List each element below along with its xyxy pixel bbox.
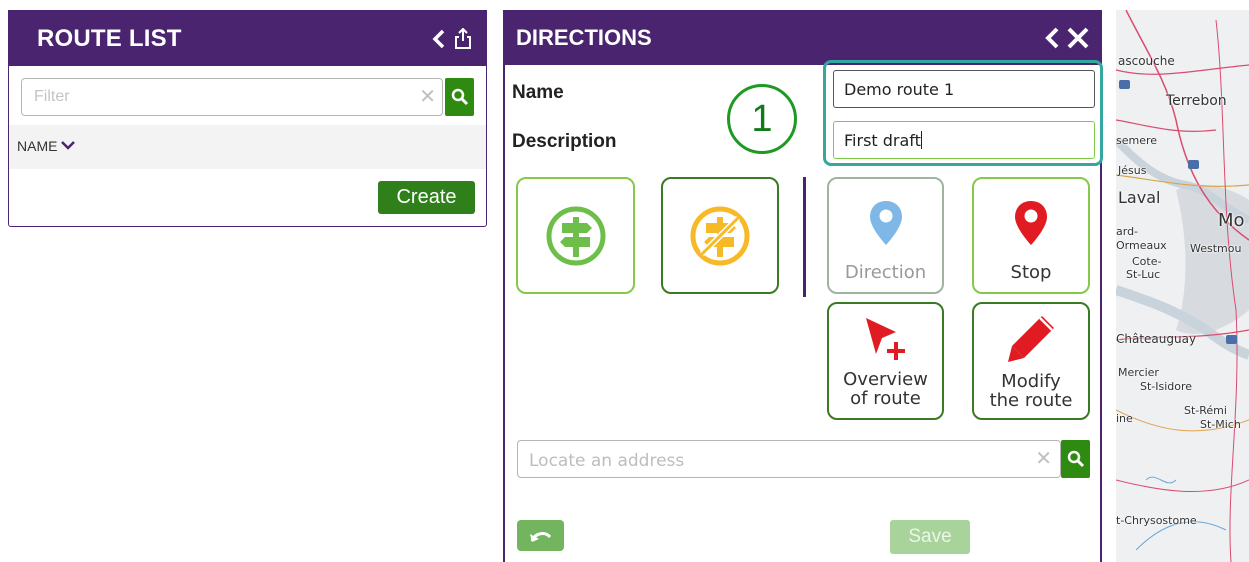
map-label: t-Chrysostome xyxy=(1116,514,1197,527)
directions-panel: DIRECTIONS Name Description 1 Demo route… xyxy=(503,10,1103,562)
cursor-move-icon xyxy=(865,318,905,360)
clear-address-icon[interactable]: ✕ xyxy=(1035,448,1052,468)
direction-pin-icon xyxy=(869,201,902,245)
create-button[interactable]: Create xyxy=(378,181,475,214)
address-search-button[interactable] xyxy=(1061,440,1090,478)
map-label: Jésus xyxy=(1118,164,1147,177)
route-name-value: Demo route 1 xyxy=(844,80,955,99)
directions-title: DIRECTIONS xyxy=(516,24,652,50)
name-column-header[interactable]: NAME xyxy=(17,138,76,154)
locate-placeholder: Locate an address xyxy=(529,451,685,471)
map-label: Cote- xyxy=(1132,255,1162,268)
search-icon xyxy=(1067,450,1084,468)
overview-tool-label-1: Overview xyxy=(843,369,928,390)
no-signpost-icon xyxy=(690,206,750,265)
map-label: St-Mich xyxy=(1200,418,1241,431)
route-list-title: ROUTE LIST xyxy=(37,24,182,52)
map-label: Mercier xyxy=(1118,366,1159,379)
route-name-field[interactable]: Demo route 1 xyxy=(833,70,1095,108)
direction-tool-label: Direction xyxy=(844,262,927,283)
description-label: Description xyxy=(512,131,617,152)
modify-tool-label-2: the route xyxy=(989,390,1073,411)
close-icon[interactable] xyxy=(1066,26,1090,50)
filter-search-button[interactable] xyxy=(445,78,474,116)
overview-tool[interactable]: Overview of route xyxy=(827,302,944,420)
locate-address-input[interactable]: Locate an address ✕ xyxy=(517,440,1061,478)
directions-header: DIRECTIONS xyxy=(505,10,1100,65)
filter-input[interactable]: Filter ✕ xyxy=(21,78,443,116)
map-label: ine xyxy=(1116,412,1133,425)
save-button[interactable]: Save xyxy=(890,520,970,554)
map-label: Westmou xyxy=(1190,242,1242,255)
modify-tool-label-1: Modify xyxy=(1001,371,1061,392)
search-icon xyxy=(451,88,468,106)
filter-placeholder: Filter xyxy=(34,88,70,105)
map-view[interactable]: ascouche Terrebon semere Jésus Laval Mo … xyxy=(1116,10,1249,562)
route-description-value: First draft xyxy=(844,131,921,150)
map-label: semere xyxy=(1116,134,1158,147)
clear-filter-icon[interactable]: ✕ xyxy=(419,86,436,106)
stop-pin-icon xyxy=(1015,201,1047,245)
route-description-field[interactable]: First draft xyxy=(833,121,1095,159)
map-label: Mo xyxy=(1218,210,1245,231)
map-label: St-Rémi xyxy=(1184,404,1227,417)
map-label: ascouche xyxy=(1118,54,1175,68)
export-icon[interactable] xyxy=(454,27,472,50)
route-list-header: ROUTE LIST xyxy=(9,11,486,66)
undo-icon xyxy=(529,531,551,542)
map-label: Laval xyxy=(1118,188,1161,207)
tools-divider xyxy=(803,177,806,297)
map-label: Ormeaux xyxy=(1116,239,1167,252)
stop-tool[interactable]: Stop xyxy=(972,177,1090,294)
map-label: Châteauguay xyxy=(1116,332,1197,346)
overview-tool-label-2: of route xyxy=(850,388,921,409)
name-label: Name xyxy=(512,82,564,103)
route-list-panel: ROUTE LIST Filter ✕ NAME Create xyxy=(8,10,487,227)
undo-button[interactable] xyxy=(517,520,564,551)
text-cursor xyxy=(920,131,922,149)
map-label: Terrebon xyxy=(1166,93,1227,109)
column-header-row xyxy=(9,125,486,169)
pencil-icon xyxy=(1008,316,1054,362)
chevron-left-icon[interactable] xyxy=(432,29,446,49)
direction-tool[interactable]: Direction xyxy=(827,177,944,294)
chevron-left-icon[interactable] xyxy=(1044,27,1060,49)
add-direction-tool[interactable] xyxy=(516,177,635,294)
modify-route-tool[interactable]: Modify the route xyxy=(972,302,1090,420)
name-column-label: NAME xyxy=(17,138,58,154)
map-label: St-Luc xyxy=(1126,268,1161,281)
stop-tool-label: Stop xyxy=(1010,262,1052,283)
no-direction-tool[interactable] xyxy=(661,177,779,294)
signpost-icon xyxy=(546,206,605,265)
map-label: St-Isidore xyxy=(1140,380,1193,393)
map-label: ard- xyxy=(1116,225,1139,238)
chevron-down-icon xyxy=(61,141,76,150)
step-number-badge: 1 xyxy=(727,84,797,154)
